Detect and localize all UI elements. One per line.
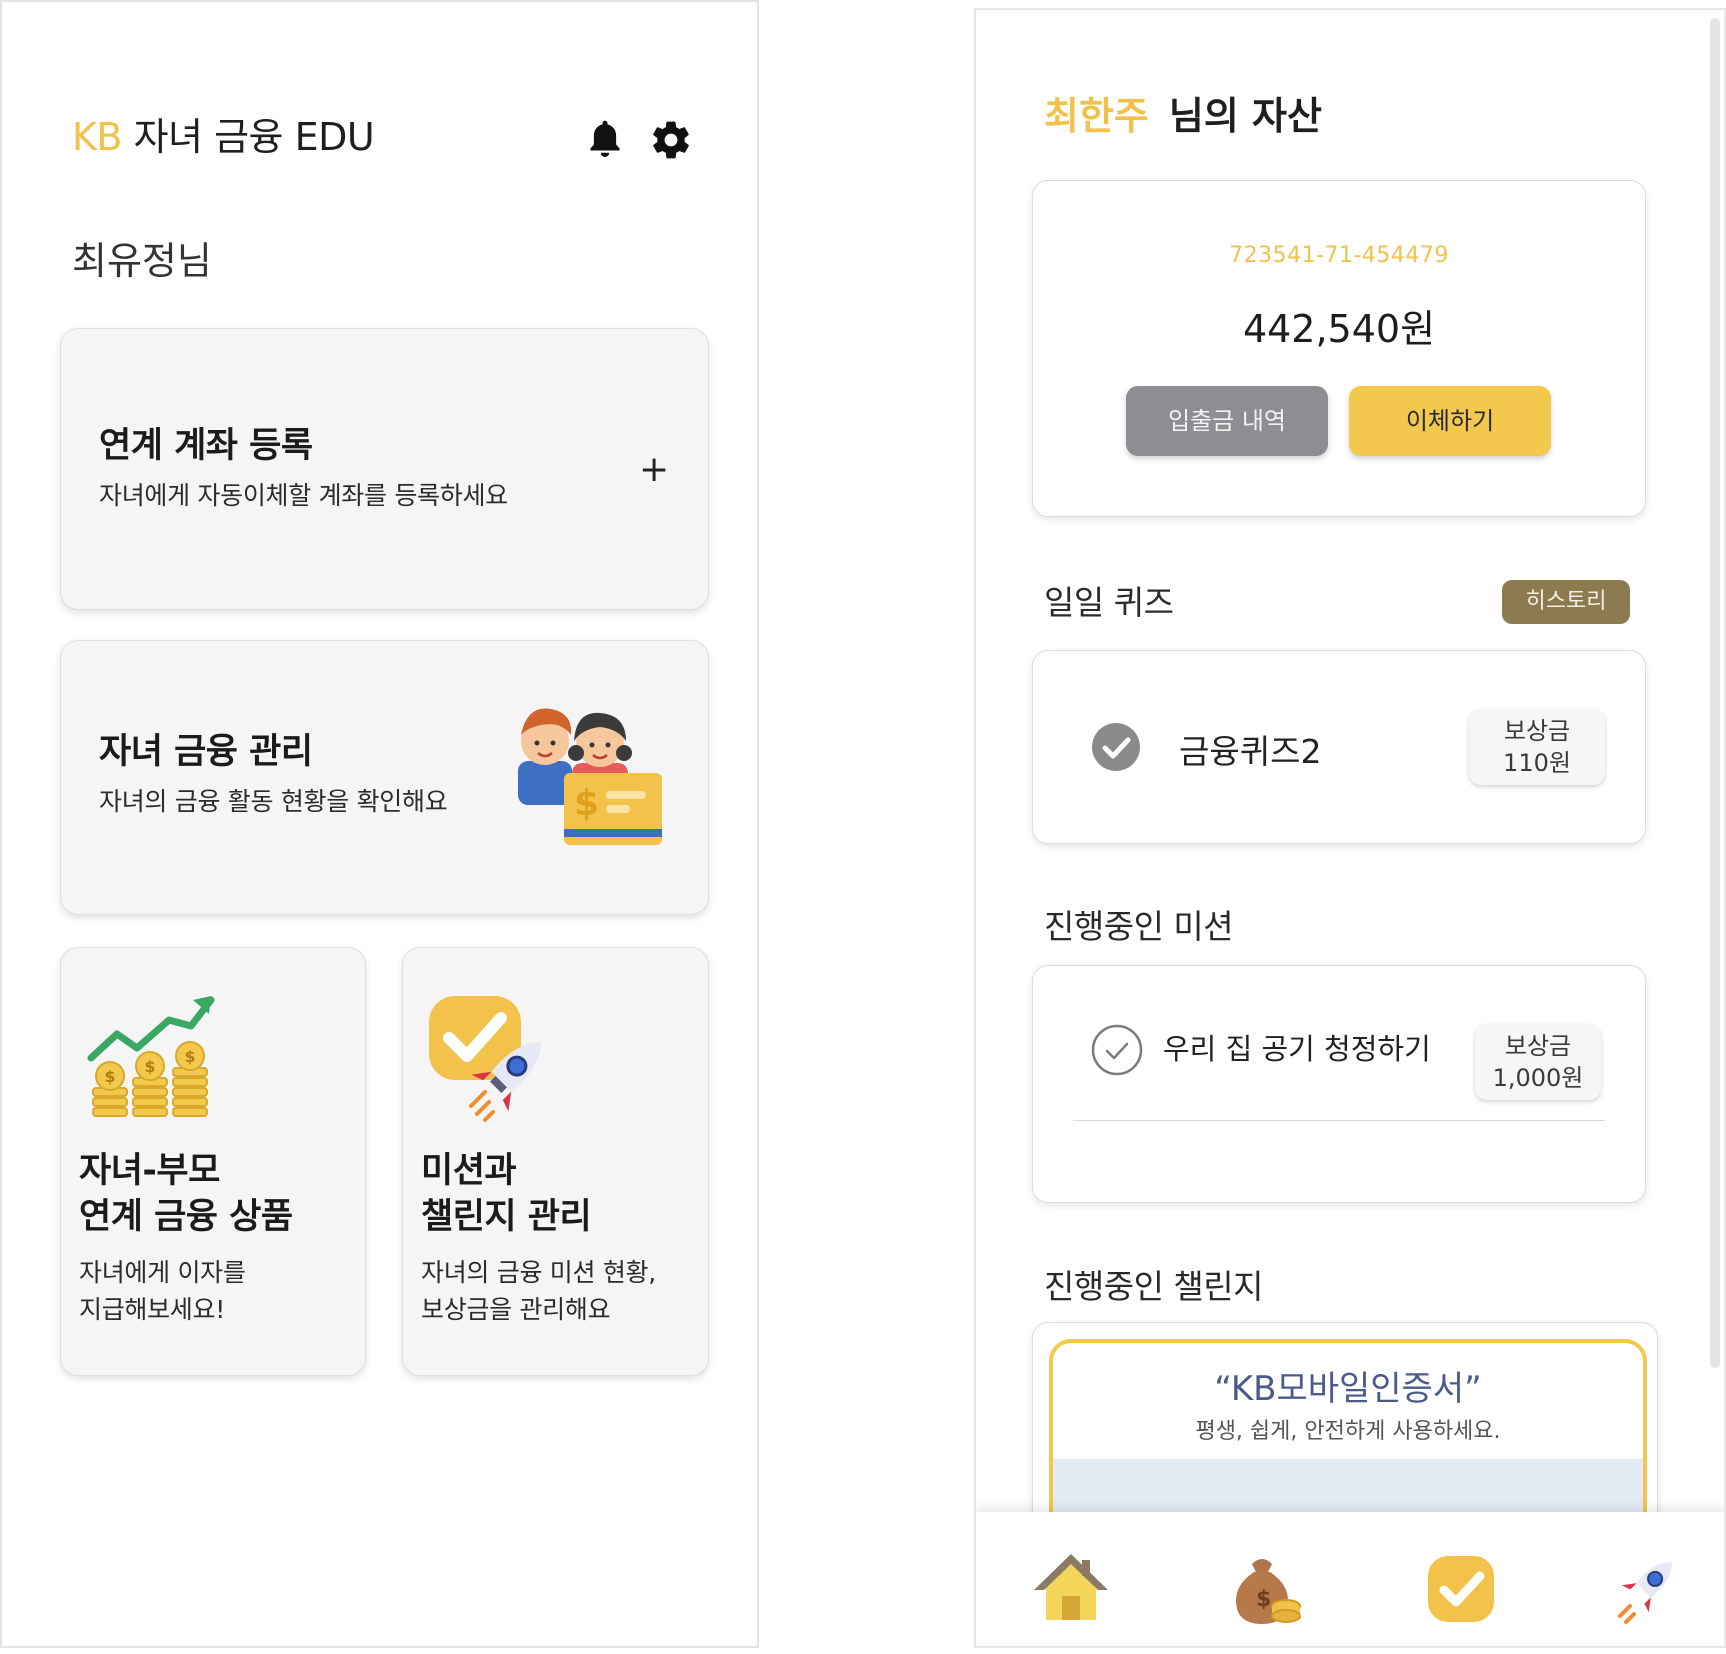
ongoing-mission-label: 진행중인 미션 (1044, 907, 1234, 946)
app-title: KB 자녀 금융 EDU (72, 106, 375, 161)
challenge-banner-subtitle: 평생, 쉽게, 안전하게 사용하세요. (1195, 1419, 1501, 1444)
coins-growth-illustration: $ $ $ (87, 996, 217, 1126)
mission-title-line2: 챌린지 관리 (421, 1197, 592, 1237)
product-title-line1: 자녀-부모 (79, 1151, 220, 1191)
link-account-desc: 자녀에게 자동이체할 계좌를 등록하세요 (99, 481, 508, 510)
quiz-item-title: 금융퀴즈2 (1179, 732, 1322, 771)
bell-icon[interactable] (582, 116, 628, 162)
app-title-kb: KB (72, 115, 123, 159)
asset-owner-heading: 최한주 님의 자산 (1044, 85, 1322, 140)
child-finance-title: 자녀 금융 관리 (99, 732, 313, 772)
mission-reward-amount: 1,000원 (1492, 1064, 1584, 1092)
svg-text:$: $ (104, 1067, 115, 1086)
challenge-banner-title: “KB모바일인증서” (1214, 1369, 1482, 1409)
checkmark-icon[interactable] (1422, 1550, 1500, 1628)
link-account-title: 연계 계좌 등록 (99, 426, 313, 466)
quiz-card[interactable]: 금융퀴즈2 보상금 110원 (1032, 650, 1646, 844)
mission-divider (1073, 1120, 1605, 1121)
mission-desc-line1: 자녀의 금융 미션 현황, (421, 1258, 656, 1287)
account-card: 723541-71-454479 442,540원 입출금 내역 이체하기 (1032, 180, 1646, 517)
product-desc-line1: 자녀에게 이자를 (79, 1258, 246, 1287)
mission-title-line1: 미션과 (421, 1151, 517, 1191)
child-finance-desc: 자녀의 금융 활동 현황을 확인해요 (99, 787, 448, 816)
check-circle-outline-icon[interactable] (1091, 1024, 1143, 1076)
gear-icon[interactable] (649, 118, 695, 164)
ongoing-challenge-label: 진행중인 챌린지 (1044, 1267, 1264, 1306)
mission-reward-label: 보상금 (1504, 1032, 1572, 1060)
quiz-history-button[interactable]: 히스토리 (1502, 580, 1630, 624)
mission-desc-line2: 보상금을 관리해요 (421, 1295, 611, 1324)
svg-text:$: $ (1256, 1587, 1271, 1612)
link-account-card[interactable]: 연계 계좌 등록 자녀에게 자동이체할 계좌를 등록하세요 + (60, 328, 709, 610)
svg-text:$: $ (184, 1047, 195, 1066)
app-title-text: 자녀 금융 EDU (122, 115, 375, 159)
right-phone-screen: 최한주 님의 자산 723541-71-454479 442,540원 입출금 내… (974, 8, 1726, 1648)
daily-quiz-label: 일일 퀴즈 (1044, 583, 1174, 622)
owner-name: 최한주 (1044, 94, 1149, 138)
linked-product-card[interactable]: $ $ $ 자녀-부모 연계 금융 상품 자녀에게 이자를 지급해보세요! (60, 947, 366, 1376)
quiz-reward-label: 보상금 (1503, 717, 1571, 745)
mission-reward-badge: 보상금 1,000원 (1475, 1024, 1601, 1100)
product-desc-line2: 지급해보세요! (79, 1295, 225, 1324)
transaction-history-button[interactable]: 입출금 내역 (1126, 386, 1328, 456)
mission-challenge-card[interactable]: 미션과 챌린지 관리 자녀의 금융 미션 현황, 보상금을 관리해요 (402, 947, 709, 1376)
svg-text:$: $ (144, 1057, 155, 1076)
quiz-reward-badge: 보상금 110원 (1469, 709, 1605, 785)
mission-rocket-illustration (427, 994, 561, 1128)
rocket-icon[interactable] (1606, 1550, 1684, 1628)
children-money-illustration: $ (516, 701, 666, 846)
money-bag-icon[interactable]: $ (1226, 1550, 1304, 1628)
svg-text:$: $ (574, 783, 599, 824)
bottom-navigation: $ (976, 1512, 1724, 1646)
account-number: 723541-71-454479 (1229, 243, 1449, 268)
mission-card: 우리 집 공기 청정하기 보상금 1,000원 (1032, 965, 1646, 1203)
owner-suffix: 님의 자산 (1168, 94, 1322, 138)
quiz-reward-amount: 110원 (1503, 749, 1571, 777)
left-phone-screen: KB 자녀 금융 EDU 최유정님 연계 계좌 등록 자녀에게 자동이체할 계좌… (0, 0, 759, 1648)
user-greeting: 최유정님 (72, 239, 212, 283)
home-icon[interactable] (1032, 1550, 1110, 1628)
scrollbar[interactable] (1710, 18, 1720, 1368)
mission-item-title: 우리 집 공기 청정하기 (1163, 1032, 1431, 1066)
check-circle-icon (1091, 722, 1141, 772)
transfer-button[interactable]: 이체하기 (1349, 386, 1551, 456)
account-balance: 442,540원 (1242, 307, 1436, 351)
product-title-line2: 연계 금융 상품 (79, 1197, 293, 1237)
child-finance-card[interactable]: 자녀 금융 관리 자녀의 금융 활동 현황을 확인해요 $ (60, 640, 709, 915)
add-account-button[interactable]: + (639, 449, 669, 490)
